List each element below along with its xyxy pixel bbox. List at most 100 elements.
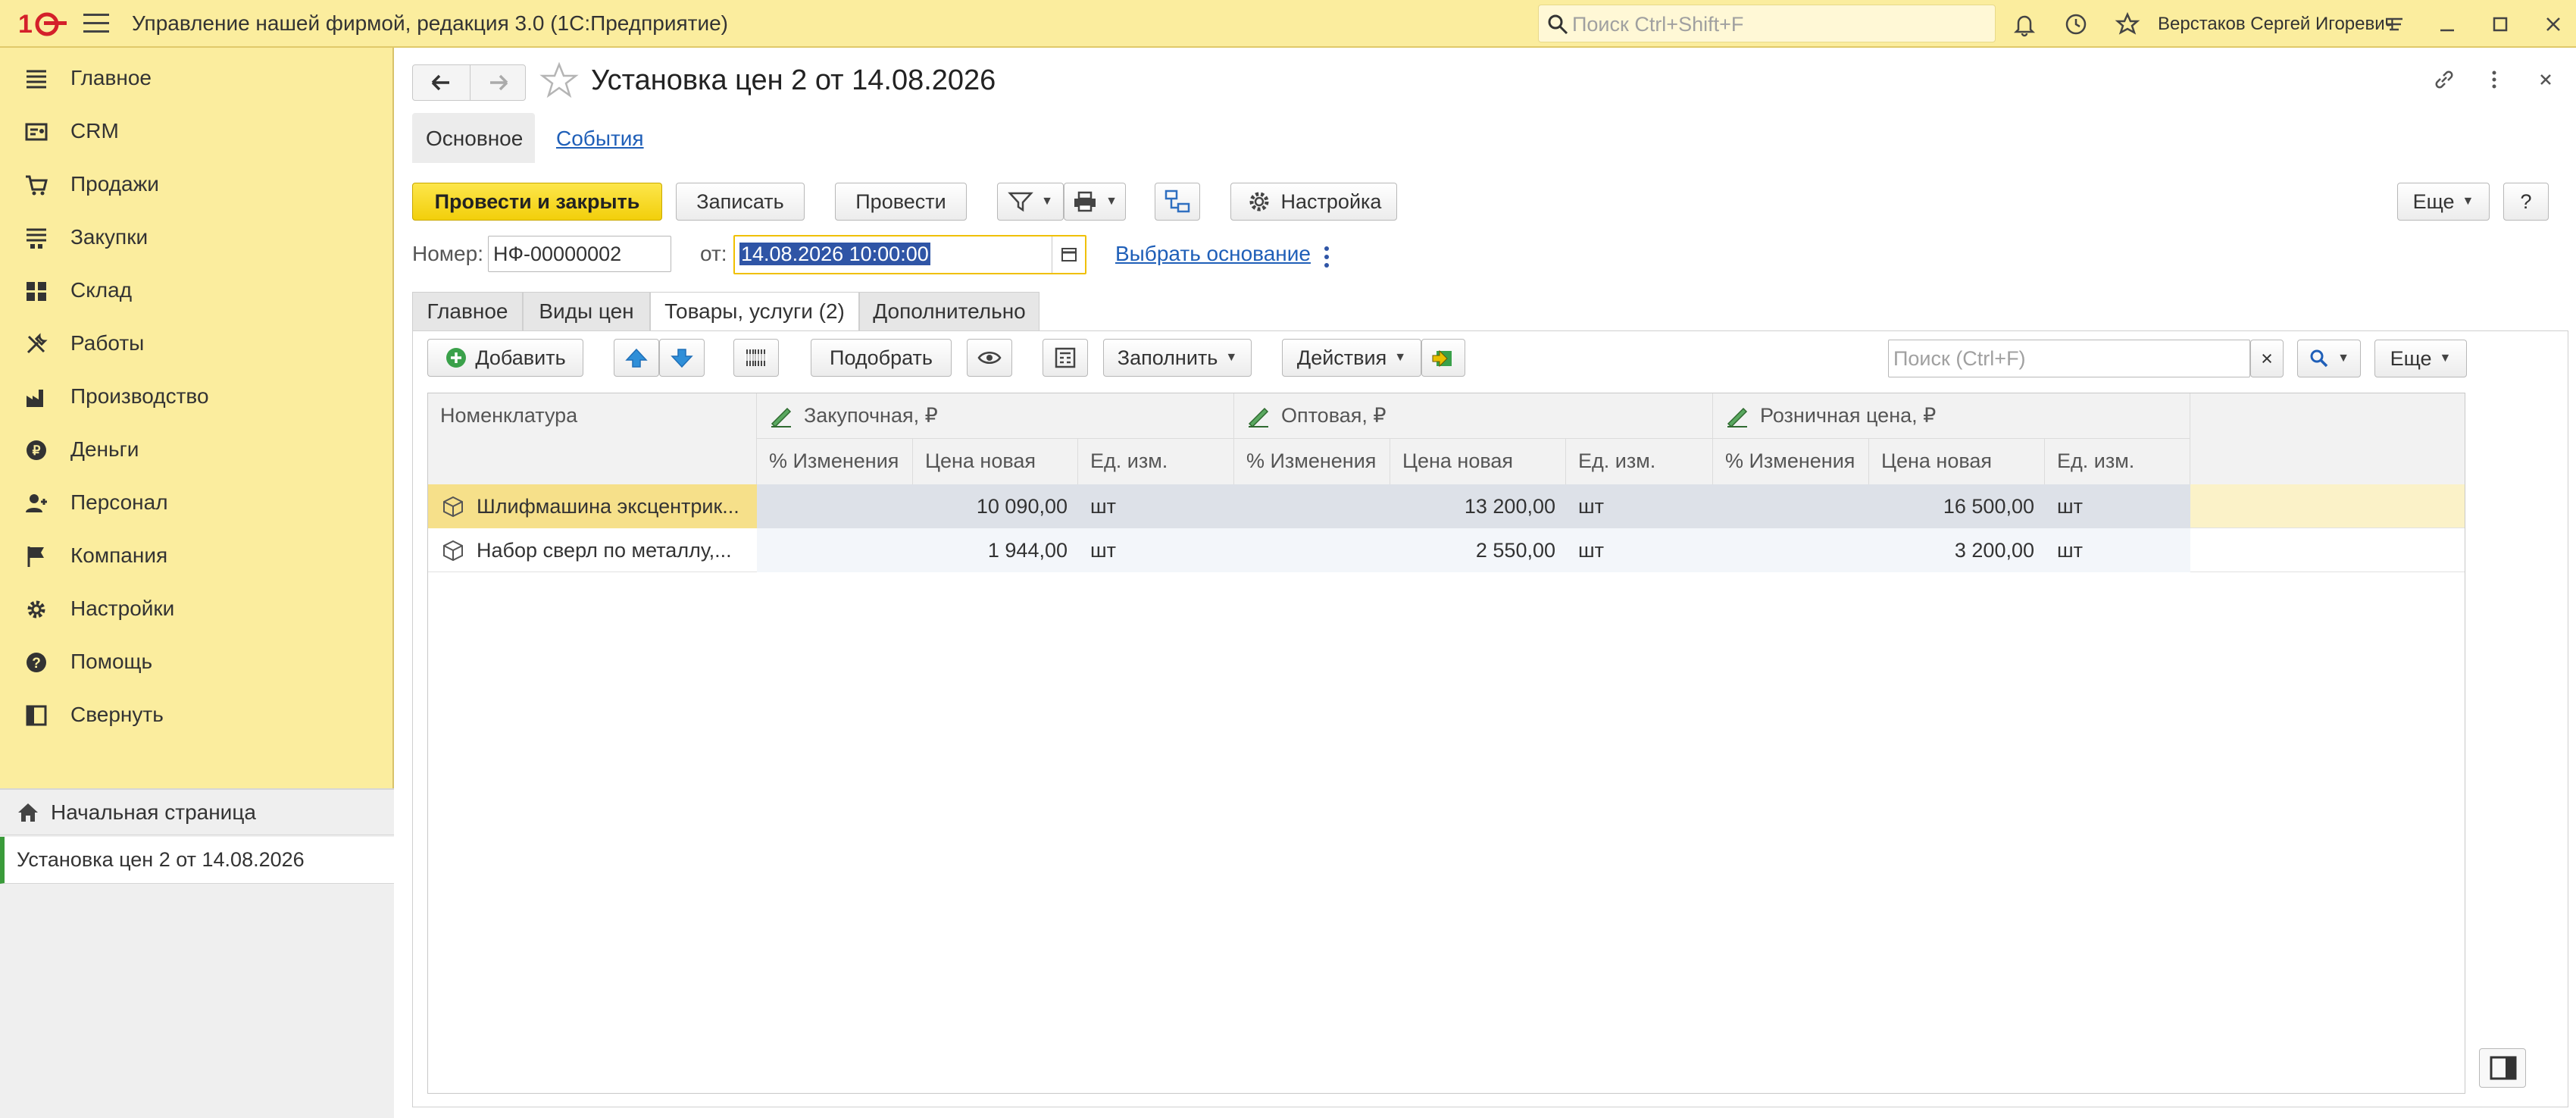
link-icon[interactable] <box>2429 64 2459 95</box>
sidebar-item-works[interactable]: Работы <box>0 317 394 370</box>
sidebar-item-warehouse[interactable]: Склад <box>0 264 394 317</box>
settings-button[interactable]: Настройка <box>1230 183 1397 221</box>
print-dropdown-button[interactable]: ▼ <box>1064 183 1126 221</box>
price-cell[interactable]: 16 500,00 <box>1869 484 2045 528</box>
structure-button[interactable] <box>1155 183 1200 221</box>
unit-cell[interactable]: шт <box>2045 484 2190 528</box>
unit-cell[interactable]: шт <box>2045 528 2190 572</box>
post-button[interactable]: Провести <box>835 183 967 221</box>
1c-logo-icon[interactable]: 1 <box>18 9 67 39</box>
sidebar-item-purchases[interactable]: Закупки <box>0 211 394 264</box>
table-row[interactable]: Шлифмашина эксцентрик... 10 090,00 шт 13… <box>428 484 2465 528</box>
minimize-icon[interactable] <box>2432 9 2462 39</box>
fill-dropdown-button[interactable]: Заполнить ▼ <box>1103 339 1252 377</box>
price-cell[interactable]: 1 944,00 <box>913 528 1078 572</box>
tab-price-types[interactable]: Виды цен <box>523 292 650 331</box>
col-header-unit[interactable]: Ед. изм. <box>1566 439 1713 484</box>
tab-general[interactable]: Главное <box>412 292 523 331</box>
col-group-retail[interactable]: Розничная цена, ₽ <box>1713 393 2190 439</box>
home-page-link[interactable]: Начальная страница <box>0 790 394 835</box>
move-down-button[interactable] <box>659 339 705 377</box>
pick-button[interactable]: Подобрать <box>811 339 952 377</box>
unit-cell[interactable]: шт <box>1566 484 1713 528</box>
sidebar-item-crm[interactable]: CRM <box>0 105 394 158</box>
unit-cell[interactable]: шт <box>1078 484 1234 528</box>
history-icon[interactable] <box>2061 9 2091 39</box>
col-group-wholesale[interactable]: Оптовая, ₽ <box>1234 393 1713 439</box>
col-header-price[interactable]: Цена новая <box>1869 439 2045 484</box>
table-more-button[interactable]: Еще ▼ <box>2374 340 2467 377</box>
sidebar-item-production[interactable]: Производство <box>0 370 394 423</box>
sidebar-item-main[interactable]: Главное <box>0 52 394 105</box>
col-group-purchase[interactable]: Закупочная, ₽ <box>757 393 1234 439</box>
help-button[interactable]: ? <box>2503 183 2549 221</box>
actions-dropdown-button[interactable]: Действия ▼ <box>1282 339 1421 377</box>
col-header-price[interactable]: Цена новая <box>913 439 1078 484</box>
back-button[interactable] <box>413 65 469 100</box>
unit-cell[interactable]: шт <box>1566 528 1713 572</box>
col-header-change[interactable]: % Изменения <box>757 439 913 484</box>
sidebar-item-money[interactable]: ₽ Деньги <box>0 423 394 476</box>
tab-events[interactable]: События <box>556 127 644 151</box>
maximize-icon[interactable] <box>2485 9 2515 39</box>
change-cell[interactable] <box>757 528 913 572</box>
barcode-button[interactable] <box>733 339 779 377</box>
settings-lines-icon[interactable] <box>2379 9 2409 39</box>
price-cell[interactable]: 3 200,00 <box>1869 528 2045 572</box>
price-calc-button[interactable] <box>1043 339 1088 377</box>
clear-search-button[interactable]: × <box>2250 340 2284 377</box>
tab-additional[interactable]: Дополнительно <box>859 292 1039 331</box>
col-header-item[interactable]: Номенклатура <box>428 393 757 484</box>
price-cell[interactable]: 13 200,00 <box>1390 484 1566 528</box>
favorites-star-icon[interactable] <box>2112 9 2143 39</box>
export-excel-button[interactable] <box>1421 339 1465 377</box>
move-up-button[interactable] <box>614 339 659 377</box>
tab-main[interactable]: Основное <box>412 113 535 163</box>
change-cell[interactable] <box>1713 528 1869 572</box>
close-form-icon[interactable] <box>2531 64 2561 95</box>
forward-button[interactable] <box>470 65 526 100</box>
sidebar-item-sales[interactable]: Продажи <box>0 158 394 211</box>
save-button[interactable]: Записать <box>676 183 805 221</box>
col-header-price[interactable]: Цена новая <box>1390 439 1566 484</box>
item-cell[interactable]: Шлифмашина эксцентрик... <box>428 484 757 528</box>
sidebar-item-company[interactable]: Компания <box>0 529 394 582</box>
sidebar-item-staff[interactable]: Персонал <box>0 476 394 529</box>
bell-icon[interactable] <box>2009 9 2040 39</box>
date-field[interactable]: 14.08.2026 10:00:00 <box>733 235 1086 274</box>
open-doc-item[interactable]: Установка цен 2 от 14.08.2026 <box>0 837 394 884</box>
global-search-input[interactable]: Поиск Ctrl+Shift+F <box>1538 5 1996 42</box>
user-name[interactable]: Верстаков Сергей Игоревич <box>2158 14 2394 35</box>
sidebar-item-help[interactable]: ? Помощь <box>0 635 394 688</box>
col-header-unit[interactable]: Ед. изм. <box>1078 439 1234 484</box>
side-panel-toggle-button[interactable] <box>2479 1048 2526 1088</box>
col-header-change[interactable]: % Изменения <box>1713 439 1869 484</box>
price-cell[interactable]: 2 550,00 <box>1390 528 1566 572</box>
table-row[interactable]: Набор сверл по металлу,... 1 944,00 шт 2… <box>428 528 2465 572</box>
main-menu-icon[interactable] <box>83 14 109 35</box>
more-options-icon[interactable] <box>1324 246 1332 274</box>
change-cell[interactable] <box>1234 528 1390 572</box>
add-button[interactable]: Добавить <box>427 339 583 377</box>
col-header-unit[interactable]: Ед. изм. <box>2045 439 2190 484</box>
change-cell[interactable] <box>1713 484 1869 528</box>
price-cell[interactable]: 10 090,00 <box>913 484 1078 528</box>
unit-cell[interactable]: шт <box>1078 528 1234 572</box>
col-header-change[interactable]: % Изменения <box>1234 439 1390 484</box>
close-icon[interactable] <box>2538 9 2568 39</box>
calendar-button[interactable] <box>1052 236 1085 273</box>
filter-dropdown-button[interactable]: ▼ <box>997 183 1064 221</box>
sidebar-item-settings[interactable]: Настройки <box>0 582 394 635</box>
sidebar-item-collapse[interactable]: Свернуть <box>0 688 394 741</box>
preview-button[interactable] <box>967 339 1012 377</box>
favorite-star-icon[interactable] <box>538 60 580 102</box>
more-vertical-icon[interactable] <box>2479 64 2509 95</box>
select-basis-link[interactable]: Выбрать основание <box>1115 242 1311 266</box>
item-cell[interactable]: Набор сверл по металлу,... <box>428 528 757 572</box>
table-search-input[interactable]: Поиск (Ctrl+F) <box>1888 340 2250 377</box>
number-field[interactable]: НФ-00000002 <box>488 236 671 272</box>
change-cell[interactable] <box>757 484 913 528</box>
post-and-close-button[interactable]: Провести и закрыть <box>412 183 662 221</box>
change-cell[interactable] <box>1234 484 1390 528</box>
tab-goods-services[interactable]: Товары, услуги (2) <box>650 292 859 331</box>
